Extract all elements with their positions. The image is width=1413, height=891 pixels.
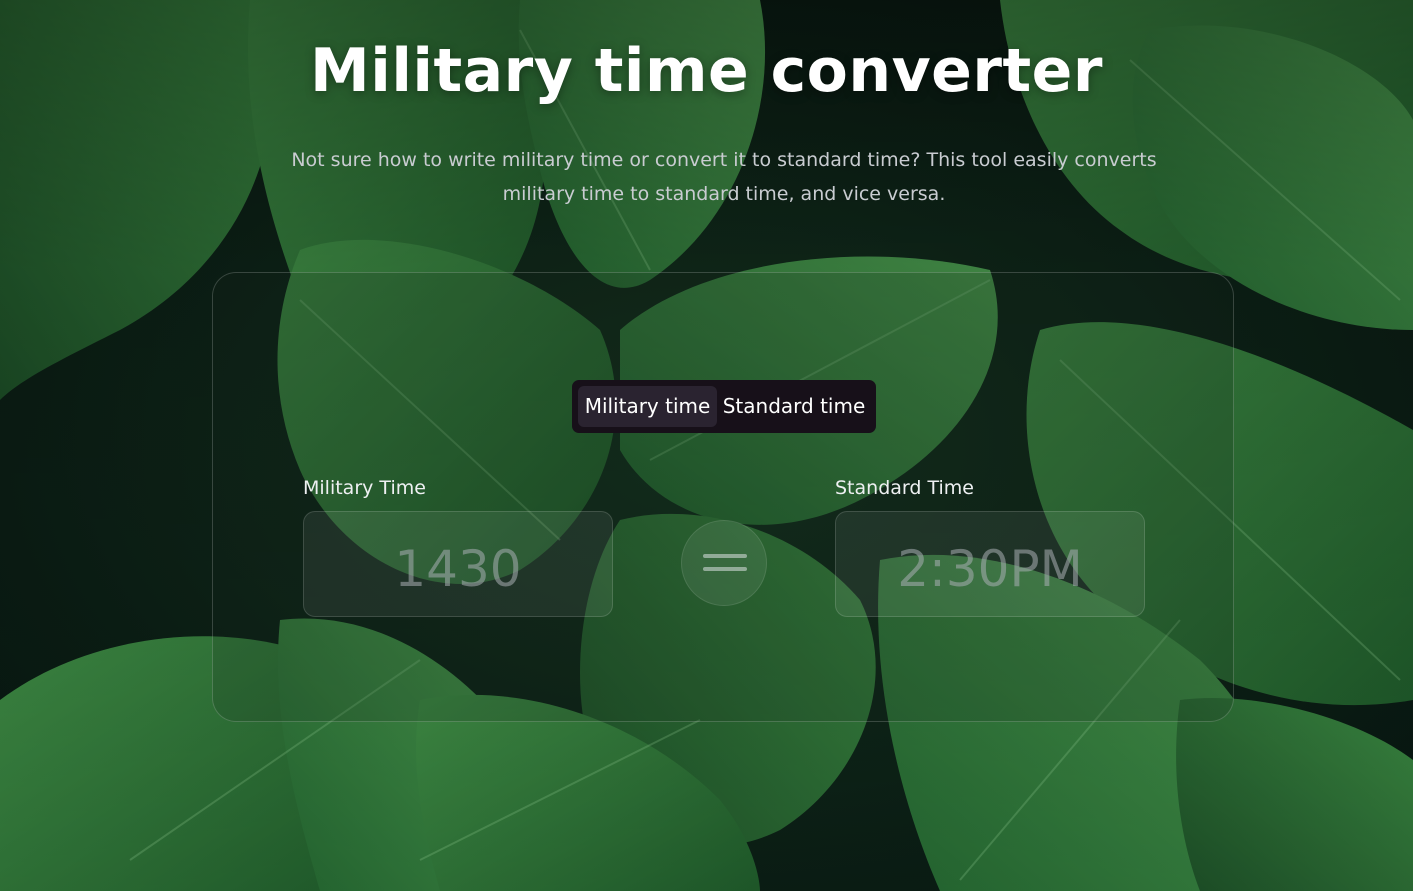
military-time-tab[interactable]: Military time	[578, 386, 717, 427]
military-time-label: Military Time	[303, 477, 426, 499]
page-title: Military time converter	[310, 36, 1103, 106]
page: Military time converter Not sure how to …	[0, 0, 1413, 891]
mode-toggle: Military time Standard time	[572, 380, 876, 433]
standard-time-label: Standard Time	[835, 477, 974, 499]
standard-time-tab[interactable]: Standard time	[719, 386, 869, 427]
military-time-input[interactable]: 1430	[303, 511, 613, 617]
standard-time-output[interactable]: 2:30PM	[835, 511, 1145, 617]
page-subtitle: Not sure how to write military time or c…	[291, 149, 1157, 205]
equals-bar-bottom	[703, 567, 747, 571]
equals-bar-top	[703, 554, 747, 558]
equals-icon	[681, 520, 767, 606]
